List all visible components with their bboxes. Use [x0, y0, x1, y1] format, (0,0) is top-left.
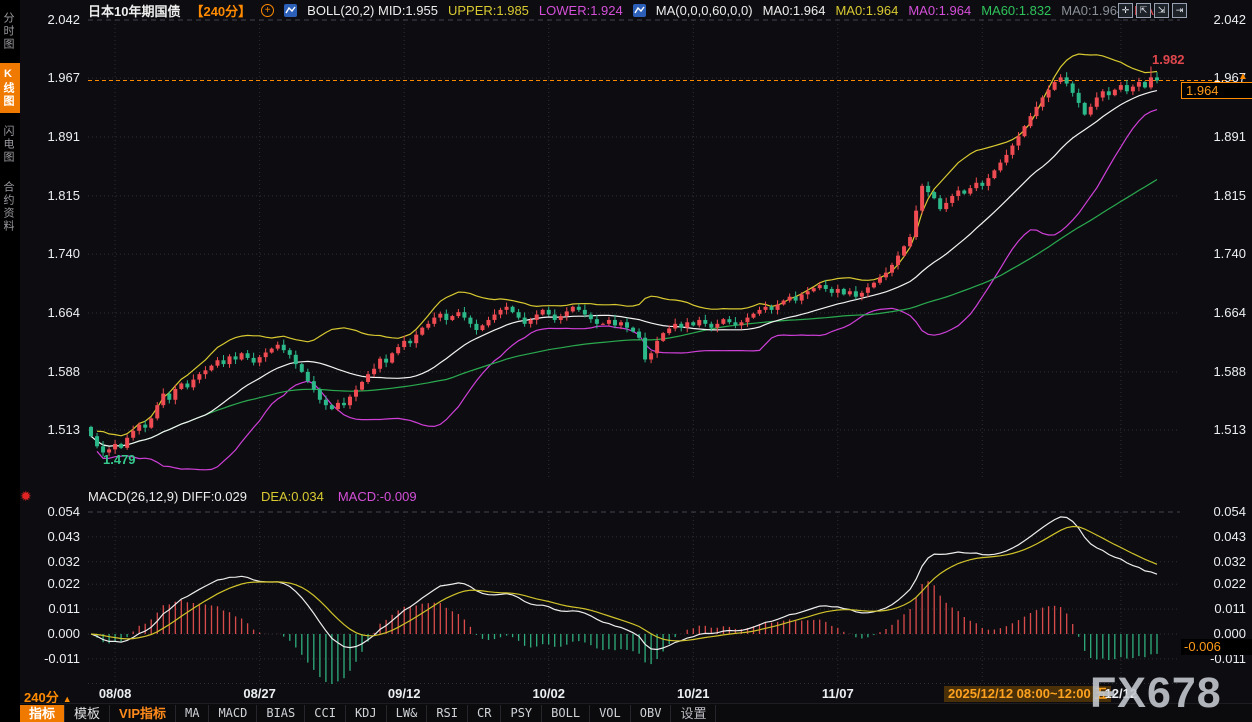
header-readout: MA60:1.832 [981, 3, 1051, 18]
header-readout: 【240分】 [190, 1, 251, 20]
macd-readout: MACD(26,12,9) DIFF:0.029 [88, 489, 247, 504]
y-axis-left: 2.042 1.967 1.891 1.815 1.740 1.664 1.588 1.513… [20, 0, 82, 700]
toolbar-item[interactable]: MA [176, 705, 209, 722]
header-readout: MA0:1.964 [763, 3, 826, 18]
axis-tick: 1.513 [47, 422, 80, 437]
axis-tick: 1.891 [47, 129, 80, 144]
toolbar-item[interactable]: CCI [305, 705, 346, 722]
axis-tick: 0.011 [48, 601, 80, 616]
chart-grid [88, 20, 1180, 684]
toolbar-item[interactable]: 设置 [671, 705, 716, 722]
sidebar-tab[interactable]: 合约资料 [0, 176, 20, 238]
header-readout: MA(0,0,0,60,0,0) [656, 3, 753, 18]
price-up-arrow-icon: ▲ [1238, 71, 1248, 82]
toolbar-item[interactable]: CR [468, 705, 501, 722]
zoom-y-axis-icon[interactable]: ⇲ [1154, 3, 1169, 18]
header-readout: UPPER:1.985 [448, 3, 529, 18]
chart-header: 日本10年期国债【240分】 + BOLL(20,2) MID:1.955 UPPER… [88, 3, 1154, 18]
header-readout: LOWER:1.924 [539, 3, 623, 18]
axis-tick: 2.042 [1213, 12, 1246, 27]
toolbar-item[interactable]: PSY [501, 705, 542, 722]
x-axis-date-label: 10/21 [648, 686, 738, 701]
sidebar-tab[interactable]: 闪电图 [0, 120, 20, 169]
macd-readout: DEA:0.034 [261, 489, 324, 504]
toolbar-item[interactable]: 指标 [20, 705, 65, 722]
axis-tick: 0.032 [1213, 554, 1246, 569]
toolbar-item[interactable]: 模板 [65, 705, 110, 722]
add-indicator-icon[interactable]: + [261, 4, 274, 17]
candlestick-chart[interactable] [0, 0, 1252, 722]
header-readout: MA0:1.964 [1061, 3, 1124, 18]
header-readout: 日本10年期国债 [88, 1, 180, 20]
header-readout: BOLL(20,2) MID:1.955 [307, 3, 438, 18]
x-axis-date-label: 08/27 [215, 686, 305, 701]
sidebar: 分时图 K线图闪电图合约资料 [0, 0, 20, 722]
indicator-toolbar: 指标模板VIP指标MAMACDBIASCCIKDJLW&RSICRPSYBOLL… [20, 703, 1252, 722]
macd-header: MACD(26,12,9) DIFF:0.029 DEA:0.034 MACD:-0… [88, 489, 417, 504]
toolbar-item[interactable]: KDJ [346, 705, 387, 722]
last-price-box: 1.964 [1181, 82, 1252, 99]
toolbar-item[interactable]: MACD [209, 705, 257, 722]
macd-readout: MACD:-0.009 [338, 489, 417, 504]
axis-tick: 1.588 [1213, 364, 1246, 379]
axis-tick: 0.043 [47, 529, 80, 544]
indicator-lines [88, 54, 1236, 470]
axis-tick: 2.042 [47, 12, 80, 27]
toolbar-item[interactable]: OBV [631, 705, 672, 722]
sidebar-tab[interactable]: 分时图 [0, 7, 20, 56]
toolbar-item[interactable]: LW& [387, 705, 428, 722]
x-axis-date-label: 12/12 [1076, 686, 1166, 701]
axis-tick: 0.054 [1213, 504, 1246, 519]
axis-tick: 1.664 [1213, 305, 1246, 320]
header-readout: MA0:1.964 [908, 3, 971, 18]
window-icons: ✛⇱⇲⇥ [1118, 3, 1187, 18]
toolbar-item[interactable]: BOLL [542, 705, 590, 722]
x-axis-date-label: 11/07 [793, 686, 883, 701]
axis-tick: 0.054 [47, 504, 80, 519]
sidebar-tab[interactable]: K线图 [0, 63, 20, 113]
axis-tick: 1.815 [1213, 188, 1246, 203]
zoom-x-axis-icon[interactable]: ⇱ [1136, 3, 1151, 18]
exit-panel-icon[interactable]: ⇥ [1172, 3, 1187, 18]
axis-tick: 1.513 [1213, 422, 1246, 437]
toolbar-item[interactable]: VIP指标 [110, 705, 176, 722]
axis-tick: 0.011 [1214, 601, 1246, 616]
axis-tick: 1.740 [1213, 246, 1246, 261]
axis-tick: 1.664 [47, 305, 80, 320]
alert-burst-icon[interactable]: ✹ [20, 488, 32, 505]
pan-icon[interactable]: ✛ [1118, 3, 1133, 18]
axis-tick: 1.588 [47, 364, 80, 379]
y-axis-right: 2.0421.9671.8911.8151.7401.6641.5881.513… [1168, 0, 1250, 700]
x-axis-date-label: 08/08 [70, 686, 160, 701]
session-low-label: 1.479 [103, 452, 136, 467]
axis-tick: 1.740 [47, 246, 80, 261]
axis-tick: 1.891 [1213, 129, 1246, 144]
x-axis-date-label: 10/02 [504, 686, 594, 701]
axis-tick: 0.022 [47, 576, 80, 591]
x-axis: 240分▲ 2025/12/12 08:00~12:00 五 08/0808/2… [0, 685, 1252, 703]
toolbar-item[interactable]: BIAS [257, 705, 305, 722]
axis-tick: 0.032 [47, 554, 80, 569]
axis-tick: 0.000 [47, 626, 80, 641]
line-chart-icon [284, 4, 297, 17]
axis-tick: 0.022 [1213, 576, 1246, 591]
toolbar-item[interactable]: VOL [590, 705, 631, 722]
x-axis-date-label: 09/12 [359, 686, 449, 701]
axis-tick: 1.815 [47, 188, 80, 203]
axis-tick: 1.967 [47, 70, 80, 85]
toolbar-item[interactable]: RSI [427, 705, 468, 722]
macd-last-value-box: -0.006 [1181, 639, 1252, 655]
header-readout: MA0:1.964 [835, 3, 898, 18]
candles-layer [89, 67, 1159, 457]
axis-tick: -0.011 [44, 651, 80, 666]
line-chart-icon [633, 4, 646, 17]
session-high-label: 1.982 [1152, 52, 1185, 67]
axis-tick: 0.043 [1213, 529, 1246, 544]
